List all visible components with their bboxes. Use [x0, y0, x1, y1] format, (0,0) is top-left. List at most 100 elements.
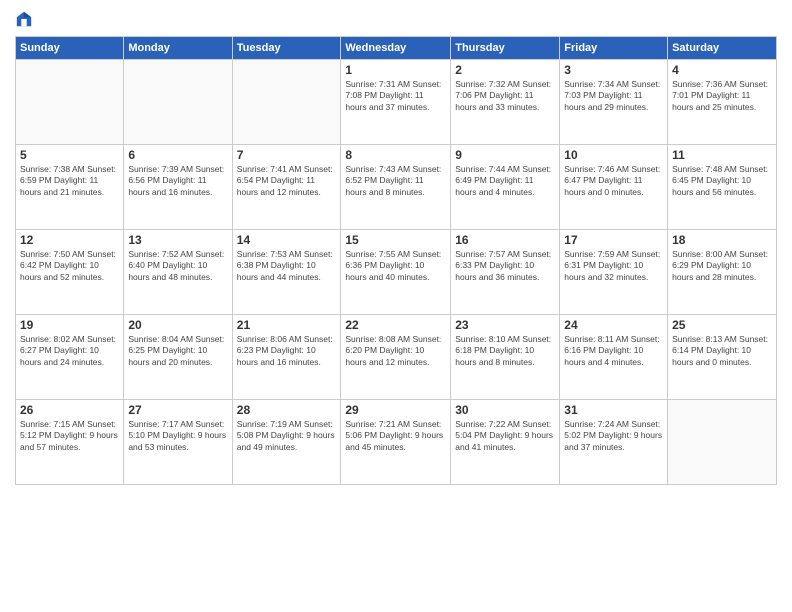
day-cell: 21 Sunrise: 8:06 AM Sunset: 6:23 PM Dayli…: [232, 315, 341, 400]
logo-icon: [15, 10, 33, 28]
day-cell: 24 Sunrise: 8:11 AM Sunset: 6:16 PM Dayli…: [560, 315, 668, 400]
day-number: 4: [672, 63, 772, 77]
week-row-1: 1 Sunrise: 7:31 AM Sunset: 7:08 PM Daylig…: [16, 60, 777, 145]
week-row-5: 26Sunrise: 7:15 AM Sunset: 5:12 PM Dayli…: [16, 400, 777, 485]
day-cell: 10 Sunrise: 7:46 AM Sunset: 6:47 PM Dayli…: [560, 145, 668, 230]
day-cell: 29 Sunrise: 7:21 AM Sunset: 5:06 PM Dayli…: [341, 400, 451, 485]
day-number: 27: [128, 403, 227, 417]
day-cell: 14Sunrise: 7:53 AM Sunset: 6:38 PM Dayli…: [232, 230, 341, 315]
day-number: 31: [564, 403, 663, 417]
week-row-2: 5 Sunrise: 7:38 AM Sunset: 6:59 PM Daylig…: [16, 145, 777, 230]
day-number: 11: [672, 148, 772, 162]
day-info: Sunrise: 7:46 AM Sunset: 6:47 PM Dayligh…: [564, 164, 663, 198]
day-number: 29: [345, 403, 446, 417]
day-number: 19: [20, 318, 119, 332]
day-info: Sunrise: 8:02 AM Sunset: 6:27 PM Dayligh…: [20, 334, 119, 368]
day-info: Sunrise: 7:59 AM Sunset: 6:31 PM Dayligh…: [564, 249, 663, 283]
day-number: 25: [672, 318, 772, 332]
day-info: Sunrise: 7:53 AM Sunset: 6:38 PM Dayligh…: [237, 249, 337, 283]
day-cell: [232, 60, 341, 145]
day-info: Sunrise: 7:48 AM Sunset: 6:45 PM Dayligh…: [672, 164, 772, 198]
day-number: 6: [128, 148, 227, 162]
weekday-header-wednesday: Wednesday: [341, 37, 451, 60]
day-number: 16: [455, 233, 555, 247]
day-cell: 22Sunrise: 8:08 AM Sunset: 6:20 PM Dayli…: [341, 315, 451, 400]
day-cell: 31 Sunrise: 7:24 AM Sunset: 5:02 PM Dayli…: [560, 400, 668, 485]
day-info: Sunrise: 7:24 AM Sunset: 5:02 PM Dayligh…: [564, 419, 663, 453]
day-cell: 23 Sunrise: 8:10 AM Sunset: 6:18 PM Dayli…: [451, 315, 560, 400]
day-cell: 15Sunrise: 7:55 AM Sunset: 6:36 PM Dayli…: [341, 230, 451, 315]
day-info: Sunrise: 7:52 AM Sunset: 6:40 PM Dayligh…: [128, 249, 227, 283]
weekday-header-sunday: Sunday: [16, 37, 124, 60]
day-cell: 8 Sunrise: 7:43 AM Sunset: 6:52 PM Daylig…: [341, 145, 451, 230]
day-cell: 27 Sunrise: 7:17 AM Sunset: 5:10 PM Dayli…: [124, 400, 232, 485]
day-info: Sunrise: 7:22 AM Sunset: 5:04 PM Dayligh…: [455, 419, 555, 453]
day-number: 21: [237, 318, 337, 332]
day-info: Sunrise: 7:44 AM Sunset: 6:49 PM Dayligh…: [455, 164, 555, 198]
day-info: Sunrise: 8:11 AM Sunset: 6:16 PM Dayligh…: [564, 334, 663, 368]
day-cell: 4Sunrise: 7:36 AM Sunset: 7:01 PM Daylig…: [668, 60, 777, 145]
day-number: 7: [237, 148, 337, 162]
day-cell: 28 Sunrise: 7:19 AM Sunset: 5:08 PM Dayli…: [232, 400, 341, 485]
day-cell: 7 Sunrise: 7:41 AM Sunset: 6:54 PM Daylig…: [232, 145, 341, 230]
day-number: 24: [564, 318, 663, 332]
day-cell: 5 Sunrise: 7:38 AM Sunset: 6:59 PM Daylig…: [16, 145, 124, 230]
day-info: Sunrise: 7:43 AM Sunset: 6:52 PM Dayligh…: [345, 164, 446, 198]
day-cell: 16 Sunrise: 7:57 AM Sunset: 6:33 PM Dayli…: [451, 230, 560, 315]
weekday-header-monday: Monday: [124, 37, 232, 60]
day-number: 18: [672, 233, 772, 247]
day-info: Sunrise: 7:19 AM Sunset: 5:08 PM Dayligh…: [237, 419, 337, 453]
day-number: 10: [564, 148, 663, 162]
day-cell: 19 Sunrise: 8:02 AM Sunset: 6:27 PM Dayli…: [16, 315, 124, 400]
day-cell: 25 Sunrise: 8:13 AM Sunset: 6:14 PM Dayli…: [668, 315, 777, 400]
day-number: 8: [345, 148, 446, 162]
day-number: 1: [345, 63, 446, 77]
day-cell: 12 Sunrise: 7:50 AM Sunset: 6:42 PM Dayli…: [16, 230, 124, 315]
day-info: Sunrise: 8:10 AM Sunset: 6:18 PM Dayligh…: [455, 334, 555, 368]
day-number: 12: [20, 233, 119, 247]
day-cell: 2Sunrise: 7:32 AM Sunset: 7:06 PM Daylig…: [451, 60, 560, 145]
day-info: Sunrise: 7:32 AM Sunset: 7:06 PM Dayligh…: [455, 79, 555, 113]
day-info: Sunrise: 7:21 AM Sunset: 5:06 PM Dayligh…: [345, 419, 446, 453]
day-info: Sunrise: 7:34 AM Sunset: 7:03 PM Dayligh…: [564, 79, 663, 113]
day-cell: 1 Sunrise: 7:31 AM Sunset: 7:08 PM Daylig…: [341, 60, 451, 145]
day-number: 28: [237, 403, 337, 417]
day-info: Sunrise: 8:13 AM Sunset: 6:14 PM Dayligh…: [672, 334, 772, 368]
weekday-header-thursday: Thursday: [451, 37, 560, 60]
calendar-table: SundayMondayTuesdayWednesdayThursdayFrid…: [15, 36, 777, 485]
day-info: Sunrise: 8:00 AM Sunset: 6:29 PM Dayligh…: [672, 249, 772, 283]
day-number: 26: [20, 403, 119, 417]
day-number: 17: [564, 233, 663, 247]
day-cell: 6 Sunrise: 7:39 AM Sunset: 6:56 PM Daylig…: [124, 145, 232, 230]
day-number: 13: [128, 233, 227, 247]
page: SundayMondayTuesdayWednesdayThursdayFrid…: [0, 0, 792, 612]
day-info: Sunrise: 7:41 AM Sunset: 6:54 PM Dayligh…: [237, 164, 337, 198]
weekday-header-row: SundayMondayTuesdayWednesdayThursdayFrid…: [16, 37, 777, 60]
day-cell: 3 Sunrise: 7:34 AM Sunset: 7:03 PM Daylig…: [560, 60, 668, 145]
week-row-3: 12 Sunrise: 7:50 AM Sunset: 6:42 PM Dayli…: [16, 230, 777, 315]
day-info: Sunrise: 7:50 AM Sunset: 6:42 PM Dayligh…: [20, 249, 119, 283]
day-number: 20: [128, 318, 227, 332]
logo: [15, 10, 35, 28]
weekday-header-tuesday: Tuesday: [232, 37, 341, 60]
weekday-header-saturday: Saturday: [668, 37, 777, 60]
day-info: Sunrise: 7:38 AM Sunset: 6:59 PM Dayligh…: [20, 164, 119, 198]
day-number: 15: [345, 233, 446, 247]
day-cell: 17 Sunrise: 7:59 AM Sunset: 6:31 PM Dayli…: [560, 230, 668, 315]
day-info: Sunrise: 7:31 AM Sunset: 7:08 PM Dayligh…: [345, 79, 446, 113]
day-number: 23: [455, 318, 555, 332]
day-info: Sunrise: 8:06 AM Sunset: 6:23 PM Dayligh…: [237, 334, 337, 368]
day-cell: [668, 400, 777, 485]
day-info: Sunrise: 8:08 AM Sunset: 6:20 PM Dayligh…: [345, 334, 446, 368]
day-number: 5: [20, 148, 119, 162]
day-cell: 13 Sunrise: 7:52 AM Sunset: 6:40 PM Dayli…: [124, 230, 232, 315]
day-info: Sunrise: 7:39 AM Sunset: 6:56 PM Dayligh…: [128, 164, 227, 198]
day-cell: 20Sunrise: 8:04 AM Sunset: 6:25 PM Dayli…: [124, 315, 232, 400]
day-cell: 9Sunrise: 7:44 AM Sunset: 6:49 PM Daylig…: [451, 145, 560, 230]
day-cell: 30Sunrise: 7:22 AM Sunset: 5:04 PM Dayli…: [451, 400, 560, 485]
day-info: Sunrise: 7:57 AM Sunset: 6:33 PM Dayligh…: [455, 249, 555, 283]
day-cell: [124, 60, 232, 145]
weekday-header-friday: Friday: [560, 37, 668, 60]
day-number: 3: [564, 63, 663, 77]
day-info: Sunrise: 7:17 AM Sunset: 5:10 PM Dayligh…: [128, 419, 227, 453]
